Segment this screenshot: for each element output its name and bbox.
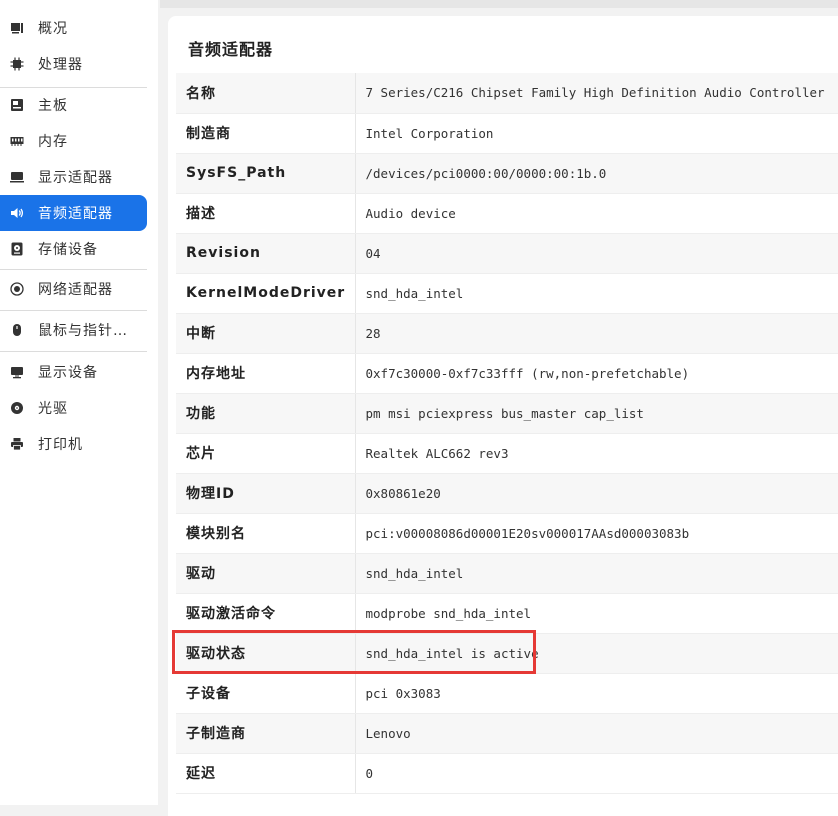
- property-value: modprobe snd_hda_intel: [355, 593, 838, 634]
- property-value: snd_hda_intel: [355, 553, 838, 594]
- top-divider: [160, 0, 838, 8]
- property-value: 0xf7c30000-0xf7c33fff (rw,non-prefetchab…: [355, 353, 838, 394]
- table-row: 驱动 snd_hda_intel: [176, 553, 838, 594]
- sidebar-item-overview[interactable]: 概况: [0, 10, 147, 46]
- sidebar-item-memory[interactable]: 内存: [0, 123, 147, 159]
- property-value: Intel Corporation: [355, 113, 838, 154]
- property-key: 名称: [176, 73, 356, 114]
- table-row: KernelModeDriver snd_hda_intel: [176, 273, 838, 314]
- table-row: Revision 04: [176, 233, 838, 274]
- property-key: 功能: [176, 393, 356, 434]
- property-value: Lenovo: [355, 713, 838, 754]
- network-icon: [10, 282, 24, 296]
- sidebar-item-label: 鼠标与指针…: [38, 323, 128, 339]
- monitor-icon: [10, 365, 24, 379]
- sidebar-item-label: 光驱: [38, 401, 68, 417]
- sidebar-item-optical-drive[interactable]: 光驱: [0, 390, 147, 426]
- property-key: KernelModeDriver: [176, 273, 356, 314]
- sidebar-item-cpu[interactable]: 处理器: [0, 46, 147, 82]
- property-value: 04: [355, 233, 838, 274]
- detail-panel: 音频适配器 名称 7 Series/C216 Chipset Family Hig…: [168, 16, 838, 816]
- speaker-icon: [10, 206, 24, 220]
- table-row: 驱动状态 snd_hda_intel is active: [176, 633, 838, 674]
- optical-drive-icon: [10, 401, 24, 415]
- table-row: 延迟 0: [176, 753, 838, 794]
- sidebar-item-audio-adapter[interactable]: 音频适配器: [0, 195, 147, 231]
- property-key: 子制造商: [176, 713, 356, 754]
- property-key: 子设备: [176, 673, 356, 714]
- sidebar-item-monitor[interactable]: 显示设备: [0, 354, 147, 390]
- display-adapter-icon: [10, 170, 24, 184]
- property-key: 驱动状态: [176, 633, 356, 674]
- table-row: 功能 pm msi pciexpress bus_master cap_list: [176, 393, 838, 434]
- sidebar-divider: [0, 269, 147, 270]
- sidebar-divider: [0, 310, 147, 311]
- property-value: 7 Series/C216 Chipset Family High Defini…: [355, 73, 838, 114]
- overview-icon: [10, 21, 24, 35]
- property-key: 延迟: [176, 753, 356, 794]
- property-key: 中断: [176, 313, 356, 354]
- table-row: 内存地址 0xf7c30000-0xf7c33fff (rw,non-prefet…: [176, 353, 838, 394]
- property-value: snd_hda_intel is active: [355, 633, 838, 674]
- property-value: pci:v00008086d00001E20sv000017AAsd000030…: [355, 513, 838, 554]
- sidebar: 概况 处理器 主板 内存 显示适配器 音频适配器 存储设备 网络适配器 鼠标与指…: [0, 0, 158, 805]
- property-key: SysFS_Path: [176, 153, 356, 194]
- table-row: 子设备 pci 0x3083: [176, 673, 838, 714]
- property-value: 0x80861e20: [355, 473, 838, 514]
- property-value: 28: [355, 313, 838, 354]
- memory-icon: [10, 134, 24, 148]
- property-key: 制造商: [176, 113, 356, 154]
- sidebar-item-label: 音频适配器: [38, 206, 113, 222]
- property-value: snd_hda_intel: [355, 273, 838, 314]
- table-row: 驱动激活命令 modprobe snd_hda_intel: [176, 593, 838, 634]
- table-row: 模块别名 pci:v00008086d00001E20sv000017AAsd00…: [176, 513, 838, 554]
- property-key: 模块别名: [176, 513, 356, 554]
- sidebar-item-label: 显示设备: [38, 365, 98, 381]
- table-row: 制造商 Intel Corporation: [176, 113, 838, 154]
- sidebar-item-label: 打印机: [38, 437, 83, 453]
- sidebar-item-label: 概况: [38, 21, 68, 37]
- property-key: Revision: [176, 233, 356, 274]
- sidebar-item-motherboard[interactable]: 主板: [0, 87, 147, 123]
- property-value: 0: [355, 753, 838, 794]
- property-key: 描述: [176, 193, 356, 234]
- property-key: 内存地址: [176, 353, 356, 394]
- sidebar-item-printer[interactable]: 打印机: [0, 426, 147, 462]
- sidebar-item-label: 内存: [38, 134, 68, 150]
- table-row: 名称 7 Series/C216 Chipset Family High Defi…: [176, 73, 838, 114]
- sidebar-item-storage[interactable]: 存储设备: [0, 231, 147, 267]
- sidebar-item-display-adapter[interactable]: 显示适配器: [0, 159, 147, 195]
- table-row: 描述 Audio device: [176, 193, 838, 234]
- sidebar-item-label: 网络适配器: [38, 282, 113, 298]
- sidebar-item-label: 存储设备: [38, 242, 98, 258]
- printer-icon: [10, 437, 24, 451]
- property-value: Audio device: [355, 193, 838, 234]
- mouse-icon: [10, 323, 24, 337]
- properties-table: 名称 7 Series/C216 Chipset Family High Defi…: [176, 73, 838, 794]
- sidebar-item-network[interactable]: 网络适配器: [0, 271, 147, 307]
- property-value: /devices/pci0000:00/0000:00:1b.0: [355, 153, 838, 194]
- storage-icon: [10, 242, 24, 256]
- sidebar-item-label: 显示适配器: [38, 170, 113, 186]
- table-row: 中断 28: [176, 313, 838, 354]
- motherboard-icon: [10, 98, 24, 112]
- table-row: 物理ID 0x80861e20: [176, 473, 838, 514]
- property-value: pm msi pciexpress bus_master cap_list: [355, 393, 838, 434]
- table-row: SysFS_Path/devices/pci0000:00/0000:00:1b…: [176, 153, 838, 194]
- sidebar-item-mouse[interactable]: 鼠标与指针…: [0, 312, 147, 348]
- sidebar-item-label: 处理器: [38, 57, 83, 73]
- page-title: 音频适配器: [188, 40, 274, 59]
- property-value: Realtek ALC662 rev3: [355, 433, 838, 474]
- cpu-icon: [10, 57, 24, 71]
- table-row: 子制造商 Lenovo: [176, 713, 838, 754]
- sidebar-item-label: 主板: [38, 98, 68, 114]
- property-key: 物理ID: [176, 473, 356, 514]
- property-value: pci 0x3083: [355, 673, 838, 714]
- sidebar-divider: [0, 351, 147, 352]
- property-key: 驱动激活命令: [176, 593, 356, 634]
- table-row: 芯片 Realtek ALC662 rev3: [176, 433, 838, 474]
- property-key: 驱动: [176, 553, 356, 594]
- property-key: 芯片: [176, 433, 356, 474]
